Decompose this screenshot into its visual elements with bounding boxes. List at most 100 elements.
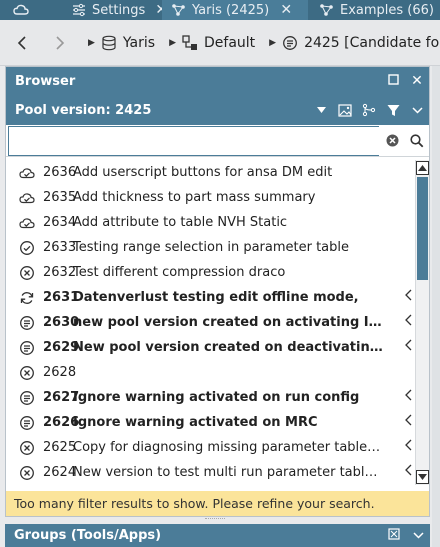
chevron-right-icon: ▶ (269, 37, 277, 48)
close-icon[interactable]: ✕ (405, 73, 429, 89)
pool-version-label: Pool version: 2425 (15, 102, 152, 118)
list-item[interactable]: 2632 Test different compression draco (6, 260, 415, 285)
tab-yaris-label: Yaris (2425) (192, 2, 270, 18)
check-circle-icon (19, 240, 35, 256)
search-icon[interactable] (405, 126, 429, 156)
tab-yaris[interactable]: Yaris (2425) ✕ (162, 0, 308, 20)
clear-icon[interactable] (379, 126, 405, 156)
list-item-title: Testing range selection in parameter tab… (73, 240, 350, 255)
maximize-icon[interactable] (381, 73, 405, 89)
list-item-title: New version to test multi run parameter … (73, 465, 383, 480)
filter-icon[interactable] (381, 100, 405, 120)
scroll-down-arrow-icon[interactable] (416, 470, 429, 484)
breadcrumb-pool-version-label: 2425 [Candidate fo (304, 34, 440, 51)
cloud-check-icon (19, 165, 35, 181)
search-bar (6, 125, 429, 157)
breadcrumb-item-pool-version[interactable]: ▶ 2425 [Candidate fo (269, 35, 439, 51)
pool-version-icon (19, 340, 35, 356)
list-item-number: 2627 (43, 390, 80, 405)
pool-version-icon (19, 415, 35, 431)
list-item-number: 2636 (43, 165, 77, 180)
chevron-right-icon: ▶ (169, 37, 176, 48)
list-item[interactable]: 2634 Add attribute to table NVH Static (6, 210, 415, 235)
list-item-title: Test different compression draco (73, 265, 286, 280)
merge-icon[interactable] (357, 100, 381, 120)
x-circle-icon (19, 440, 35, 456)
list-item-number: 2634 (43, 215, 77, 230)
list-item[interactable]: 2627 Ignore warning activated on run conf… (6, 385, 415, 410)
list-item-number: 2625 (43, 440, 77, 455)
back-arrow-icon[interactable] (8, 29, 36, 57)
list-item-title: New pool version created on deactivating… (73, 340, 383, 355)
breadcrumb-item-branch[interactable]: ▶ Default (169, 35, 255, 51)
list-item-title: Copy for diagnosing missing parameter ta… (73, 440, 383, 455)
chevron-left-icon[interactable] (405, 389, 412, 405)
search-input[interactable] (8, 125, 379, 156)
x-circle-icon (19, 365, 35, 381)
pool-version-bar: Pool version: 2425 (6, 95, 429, 125)
dropdown-triangle-icon[interactable] (309, 100, 333, 120)
forward-arrow-icon[interactable] (46, 29, 74, 57)
scrollbar[interactable] (415, 160, 429, 485)
list-item[interactable]: 2628 (6, 360, 415, 385)
chevron-right-icon: ▶ (88, 37, 95, 48)
list-item[interactable]: 2630 new pool version created on activati… (6, 310, 415, 335)
breadcrumb-branch-label: Default (204, 34, 256, 51)
scroll-up-arrow-icon[interactable] (416, 161, 429, 175)
right-splitter[interactable] (432, 66, 440, 547)
scrollbar-thumb[interactable] (417, 177, 428, 280)
list-item-title: Ignore warning activated on run config (73, 390, 360, 405)
tab-settings[interactable]: Settings ✕ (48, 0, 162, 20)
list-item[interactable]: 2631 Datenverlust testing edit offline mo… (6, 285, 415, 310)
list-item[interactable]: 2625 Copy for diagnosing missing paramete… (6, 435, 415, 460)
chevron-left-icon[interactable] (405, 439, 412, 455)
breadcrumb-item-project[interactable]: ▶ Yaris (88, 35, 155, 51)
pool-version-list: 2636 Add userscript buttons for ansa DM e… (6, 160, 415, 485)
tab-examples[interactable]: Examples (66) (308, 0, 440, 20)
list-item[interactable]: 2629 New pool version created on deactiva… (6, 335, 415, 360)
graph-icon (170, 2, 186, 18)
list-item-number: 2628 (43, 365, 77, 380)
float-panel-icon[interactable] (382, 527, 406, 544)
chevron-down-icon[interactable] (405, 100, 429, 120)
tab-settings-label: Settings (92, 2, 146, 18)
list-item[interactable]: 2636 Add userscript buttons for ansa DM e… (6, 160, 415, 185)
branch-icon (182, 34, 198, 51)
cloud-check-icon (19, 215, 35, 231)
close-icon[interactable]: ✕ (279, 2, 293, 18)
chevron-down-icon[interactable] (406, 528, 430, 543)
chevron-left-icon[interactable] (405, 289, 412, 305)
tab-cloud[interactable] (0, 0, 48, 20)
browser-panel-header: Browser ✕ (6, 67, 429, 95)
chevron-left-icon[interactable] (405, 314, 412, 330)
list-item[interactable]: 2633 Testing range selection in parameter… (6, 235, 415, 260)
browser-panel-title: Browser (15, 73, 76, 89)
chevron-left-icon[interactable] (405, 464, 412, 480)
panel-resize-handle[interactable] (205, 518, 225, 521)
pool-version-icon (19, 390, 35, 406)
pool-version-icon (19, 315, 35, 331)
browser-panel: Browser ✕ Pool version: 2425 2636 Add us… (5, 66, 430, 517)
list-item-title: new pool version created on activating I… (73, 315, 383, 330)
close-icon[interactable]: ✕ (155, 2, 162, 18)
list-item-number: 2630 (43, 315, 80, 330)
chevron-left-icon[interactable] (405, 339, 412, 355)
list-item-title: Datenverlust testing edit offline mode, (73, 290, 359, 305)
list-item-number: 2626 (43, 415, 80, 430)
list-item[interactable]: 2635 Add thickness to part mass summary (6, 185, 415, 210)
chevron-left-icon[interactable] (405, 414, 412, 430)
sync-icon (19, 290, 35, 306)
list-item-number: 2632 (43, 265, 77, 280)
groups-panel-title: Groups (Tools/Apps) (14, 528, 162, 543)
list-item-title: Add attribute to table NVH Static (73, 215, 288, 230)
list-item[interactable]: 2626 Ignore warning activated on MRC (6, 410, 415, 435)
tab-examples-label: Examples (66) (340, 2, 434, 18)
list-item-title: Add userscript buttons for ansa DM edit (73, 165, 333, 180)
list-item-number: 2633 (43, 240, 77, 255)
list-item[interactable]: 2624 New version to test multi run parame… (6, 460, 415, 485)
cloud-check-icon (19, 190, 35, 206)
graph-icon (318, 2, 334, 18)
breadcrumb: ▶ Yaris ▶ Default ▶ 2425 [Candidate fo (0, 20, 440, 66)
groups-panel-header: Groups (Tools/Apps) (5, 524, 430, 547)
image-icon[interactable] (333, 100, 357, 120)
